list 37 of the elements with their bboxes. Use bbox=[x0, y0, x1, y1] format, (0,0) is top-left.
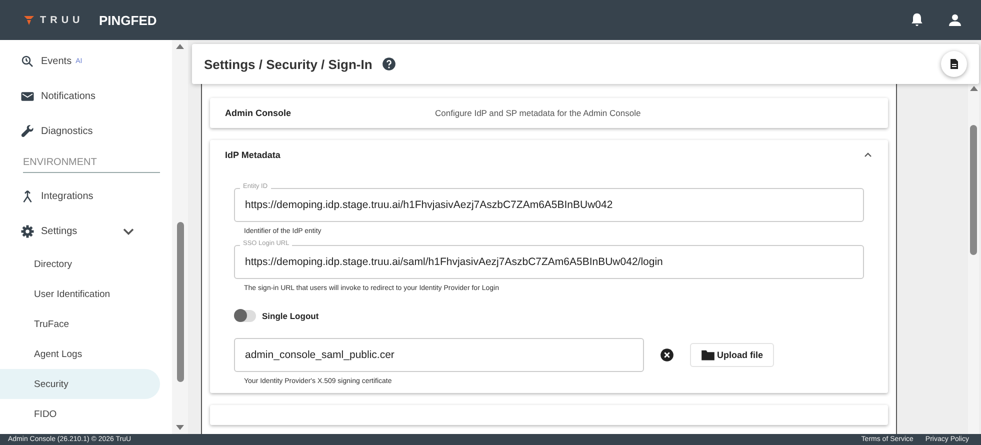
sidebar-subitem[interactable]: Security bbox=[0, 369, 160, 399]
document-button[interactable] bbox=[941, 51, 967, 77]
text-field[interactable]: https://demoping.idp.stage.truu.ai/saml/h1FhvjasivAezj7AszbC7ZAm6A5BInBUw042/login bbox=[234, 245, 864, 279]
toggle-switch[interactable] bbox=[234, 310, 256, 322]
file-field[interactable]: admin_console_saml_public.cer bbox=[234, 338, 644, 372]
scrollbar[interactable] bbox=[172, 40, 188, 434]
scrollbar[interactable] bbox=[968, 84, 979, 434]
bell-icon[interactable] bbox=[909, 12, 925, 28]
panel-title[interactable]: Admin Console bbox=[225, 108, 435, 118]
sidebar-subitem[interactable]: TruFace bbox=[0, 309, 160, 339]
gear-icon bbox=[20, 224, 35, 239]
magnifier-clock-icon bbox=[20, 54, 35, 69]
sidebar-subitem[interactable]: FIDO bbox=[0, 399, 160, 429]
sidebar-item[interactable]: Settings bbox=[0, 214, 160, 249]
user-icon[interactable] bbox=[947, 12, 963, 28]
clear-icon[interactable] bbox=[660, 348, 674, 362]
breadcrumb: Settings / Security / Sign-In bbox=[204, 56, 372, 72]
sidebar-item[interactable]: Notifications bbox=[0, 79, 160, 114]
envelope-icon bbox=[20, 89, 35, 104]
upload-button[interactable]: Upload file bbox=[690, 343, 774, 367]
sidebar-subitem[interactable]: User Identification bbox=[0, 279, 160, 309]
wrench-icon bbox=[20, 124, 35, 139]
document-icon bbox=[948, 58, 960, 70]
logo-icon bbox=[24, 15, 34, 25]
sidebar-item[interactable]: Diagnostics bbox=[0, 114, 160, 149]
sidebar-subitem[interactable]: Directory bbox=[0, 249, 160, 279]
section-heading: ENVIRONMENT bbox=[23, 151, 160, 173]
help-icon[interactable] bbox=[382, 57, 396, 71]
logo: TRUU bbox=[24, 14, 99, 26]
folder-icon bbox=[701, 349, 715, 361]
text-field[interactable]: https://demoping.idp.stage.truu.ai/h1FhvjasivAezj7AszbC7ZAm6A5BInBUw042 bbox=[234, 188, 864, 222]
sidebar-item[interactable]: Integrations bbox=[0, 179, 160, 214]
panel-title[interactable]: IdP Metadata bbox=[225, 150, 435, 160]
toggle-label: Single Logout bbox=[262, 311, 319, 321]
sidebar-subitem[interactable]: Agent Logs bbox=[0, 339, 160, 369]
product-name: PINGFED bbox=[99, 12, 157, 28]
panel-description: Configure IdP and SP metadata for the Admin Console bbox=[435, 108, 641, 118]
